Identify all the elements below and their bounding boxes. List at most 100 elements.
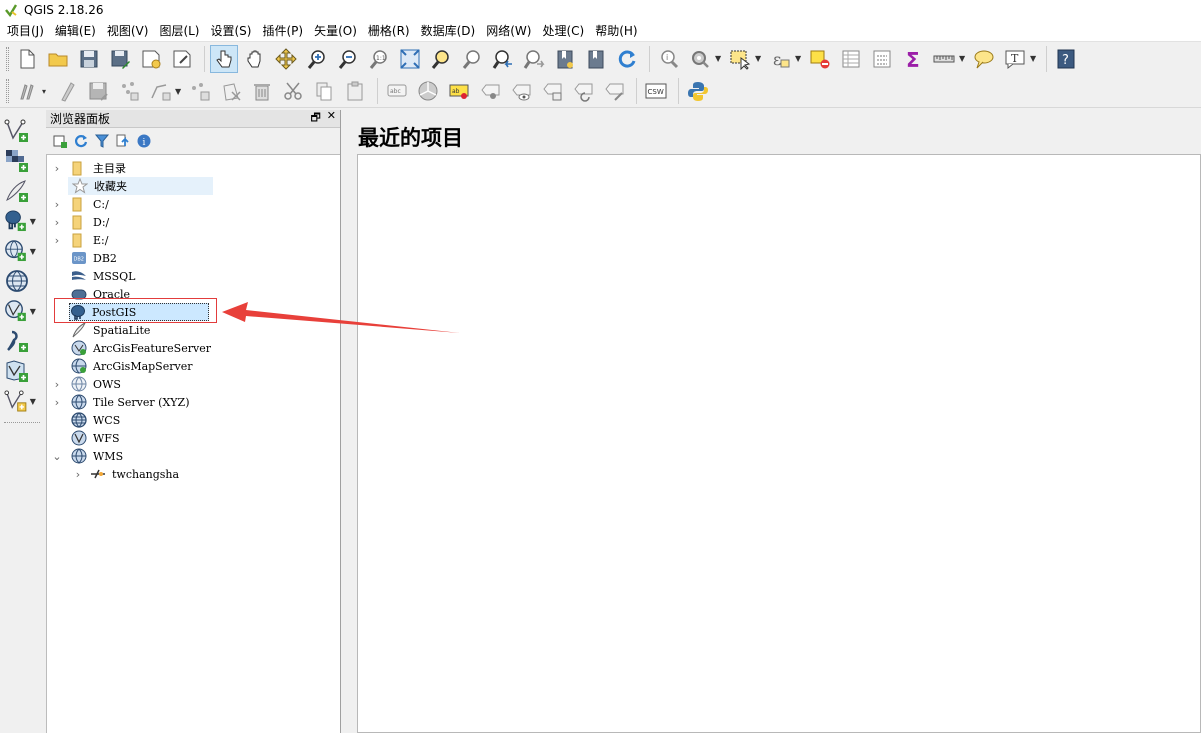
trash-button[interactable] [248, 77, 276, 105]
show-hide-labels-button[interactable] [507, 77, 535, 105]
pan-to-selection-button[interactable] [272, 45, 300, 73]
menu-settings[interactable]: 设置(S) [208, 20, 260, 42]
tree-item-drive-c[interactable]: › C:/ [47, 195, 340, 213]
python-console-button[interactable] [684, 77, 712, 105]
add-wfs-layer-button[interactable]: ▼ [0, 296, 40, 326]
chevron-right-icon[interactable]: › [51, 159, 63, 177]
map-tips-button[interactable] [970, 45, 998, 73]
chevron-down-icon[interactable]: ▼ [755, 54, 763, 63]
tree-item-arcgis-map-server[interactable]: ArcGisMapServer [47, 357, 340, 375]
new-print-composer-button[interactable] [137, 45, 165, 73]
close-icon[interactable]: ✕ [327, 109, 336, 128]
add-wms-layer-button[interactable]: ▼ [0, 236, 40, 266]
tree-item-drive-e[interactable]: › E:/ [47, 231, 340, 249]
add-raster-layer-button[interactable] [0, 146, 40, 176]
toolbar-grip[interactable] [4, 422, 40, 423]
chevron-down-icon[interactable]: ⌄ [51, 447, 63, 465]
add-delimited-text-layer-button[interactable] [0, 326, 40, 356]
chevron-right-icon[interactable]: › [51, 213, 63, 231]
tree-item-ows[interactable]: › OWS [47, 375, 340, 393]
move-label-button[interactable] [538, 77, 566, 105]
deselect-all-button[interactable] [806, 45, 834, 73]
csw-metasearch-button[interactable]: CSW [642, 77, 670, 105]
text-annotation-button[interactable]: T [1001, 45, 1029, 73]
zoom-out-button[interactable] [334, 45, 362, 73]
tree-item-wms[interactable]: ⌄ WMS [47, 447, 340, 465]
menu-plugins[interactable]: 插件(P) [259, 20, 311, 42]
pan-map-button[interactable] [241, 45, 269, 73]
current-edits-button[interactable] [13, 77, 41, 105]
copy-features-button[interactable] [310, 77, 338, 105]
show-bookmarks-button[interactable] [582, 45, 610, 73]
rotate-label-button[interactable] [569, 77, 597, 105]
chevron-right-icon[interactable]: › [51, 393, 63, 411]
chevron-down-icon[interactable]: ▼ [30, 397, 37, 406]
chevron-down-icon[interactable]: ▼ [795, 54, 803, 63]
touch-zoom-pan-button[interactable] [210, 44, 238, 73]
collapse-all-icon[interactable] [115, 133, 131, 149]
menu-database[interactable]: 数据库(D) [418, 20, 484, 42]
chevron-down-icon[interactable]: ▼ [715, 54, 723, 63]
menu-raster[interactable]: 栅格(R) [365, 20, 418, 42]
add-feature-button[interactable] [115, 77, 143, 105]
tree-item-wms-connection[interactable]: › twchangsha [47, 465, 340, 483]
layer-diagram-options-button[interactable] [414, 77, 442, 105]
toolbar-grip[interactable] [6, 46, 9, 71]
menu-vector[interactable]: 矢量(O) [311, 20, 365, 42]
node-tool-button[interactable] [146, 77, 174, 105]
tree-item-spatialite[interactable]: SpatiaLite [47, 321, 340, 339]
move-feature-button[interactable] [186, 77, 214, 105]
identify-features-button[interactable]: i [655, 45, 683, 73]
zoom-next-button[interactable] [520, 45, 548, 73]
pin-unpin-labels-button[interactable] [476, 77, 504, 105]
delete-selected-button[interactable] [217, 77, 245, 105]
highlight-pinned-labels-button[interactable]: ab [445, 77, 473, 105]
refresh-button[interactable] [613, 45, 641, 73]
zoom-last-button[interactable] [489, 45, 517, 73]
tree-item-arcgis-feature-server[interactable]: ArcGisFeatureServer [47, 339, 340, 357]
chevron-down-icon[interactable]: ▼ [30, 217, 37, 226]
open-field-calculator-button[interactable] [868, 45, 896, 73]
recent-projects-list[interactable] [357, 154, 1201, 733]
chevron-down-icon[interactable]: ▼ [959, 54, 967, 63]
chevron-right-icon[interactable]: › [51, 195, 63, 213]
paste-features-button[interactable] [341, 77, 369, 105]
zoom-native-button[interactable]: 1:1 [365, 45, 393, 73]
new-bookmark-button[interactable] [551, 45, 579, 73]
menu-web[interactable]: 网络(W) [483, 20, 539, 42]
tree-item-wcs[interactable]: WCS [47, 411, 340, 429]
toggle-editing-button[interactable] [53, 77, 81, 105]
zoom-to-layer-button[interactable] [458, 45, 486, 73]
help-contents-button[interactable]: ? [1052, 45, 1080, 73]
chevron-down-icon[interactable]: ▼ [1030, 54, 1038, 63]
chevron-down-icon[interactable]: ▼ [175, 87, 183, 96]
open-project-button[interactable] [44, 45, 72, 73]
select-by-expression-button[interactable]: ε [766, 45, 794, 73]
add-vector-layer-button[interactable] [0, 116, 40, 146]
add-wcs-layer-button[interactable] [0, 266, 40, 296]
info-icon[interactable]: i [136, 133, 152, 149]
change-label-button[interactable] [600, 77, 628, 105]
zoom-full-button[interactable] [396, 45, 424, 73]
select-features-button[interactable] [726, 45, 754, 73]
measure-line-button[interactable] [930, 45, 958, 73]
float-panel-icon[interactable]: 🗗 [310, 109, 320, 128]
menu-processing[interactable]: 处理(C) [539, 20, 592, 42]
tree-item-db2[interactable]: DB2 DB2 [47, 249, 340, 267]
tree-item-wfs[interactable]: WFS [47, 429, 340, 447]
tree-item-favorites[interactable]: 收藏夹 [68, 177, 213, 195]
save-layer-edits-button[interactable] [84, 77, 112, 105]
chevron-down-icon[interactable]: ▼ [30, 247, 37, 256]
show-statistical-summary-button[interactable]: Σ [899, 45, 927, 73]
toolbar-grip[interactable] [6, 79, 9, 103]
menu-view[interactable]: 视图(V) [104, 20, 157, 42]
menu-edit[interactable]: 编辑(E) [52, 20, 104, 42]
menu-layer[interactable]: 图层(L) [156, 20, 207, 42]
add-postgis-layer-button[interactable]: ▼ [0, 206, 40, 236]
open-attribute-table-button[interactable] [837, 45, 865, 73]
layer-labeling-options-button[interactable]: abc [383, 77, 411, 105]
add-selected-layers-icon[interactable] [52, 133, 68, 149]
tree-item-drive-d[interactable]: › D:/ [47, 213, 340, 231]
add-spatialite-layer-button[interactable] [0, 176, 40, 206]
chevron-down-icon[interactable]: ▾ [42, 87, 50, 96]
